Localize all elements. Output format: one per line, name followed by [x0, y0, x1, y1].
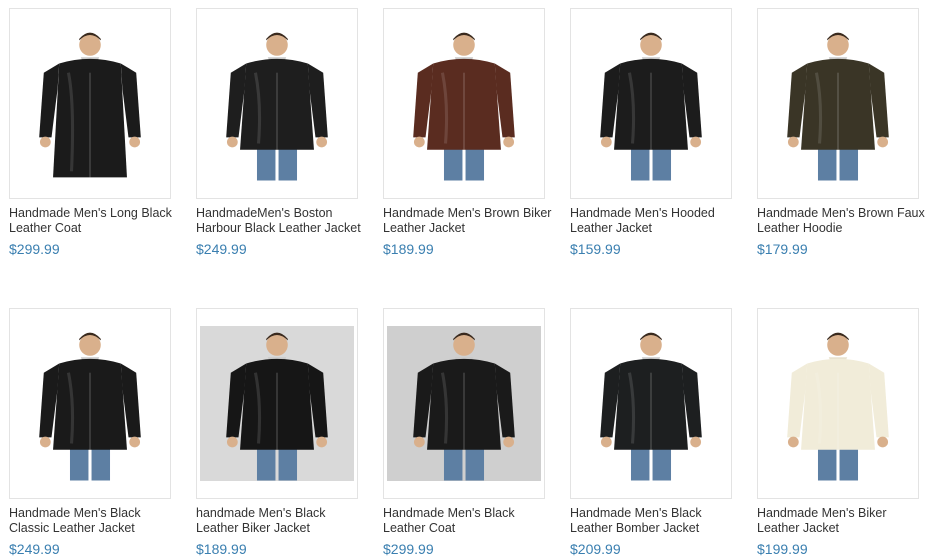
product-price: $249.99: [9, 541, 60, 557]
product-title-link[interactable]: Handmade Men's Black Leather Coat: [383, 506, 553, 536]
black-leather-jacket-photo: [200, 26, 354, 181]
brown-biker-jacket-illustration: [413, 32, 515, 181]
product-title-link[interactable]: Handmade Men's Biker Leather Jacket: [757, 506, 927, 536]
product-image-link[interactable]: [570, 308, 732, 499]
product-image-link[interactable]: [196, 308, 358, 499]
product-price: $199.99: [757, 541, 808, 557]
black-leather-coat-photo: [387, 326, 541, 481]
brown-biker-jacket-photo: [387, 26, 541, 181]
product-image-link[interactable]: [383, 8, 545, 199]
product-price: $209.99: [570, 541, 621, 557]
black-biker-jacket-photo: [200, 326, 354, 481]
product-price: $189.99: [383, 241, 434, 257]
cream-biker-jacket-photo: [761, 326, 915, 481]
product-title-link[interactable]: HandmadeMen's Boston Harbour Black Leath…: [196, 206, 366, 236]
product-price: $159.99: [570, 241, 621, 257]
black-leather-jacket-illustration: [226, 32, 328, 181]
product-image-link[interactable]: [9, 8, 171, 199]
long-black-leather-coat-photo: [13, 15, 167, 192]
classic-leather-jacket-illustration: [39, 332, 141, 481]
classic-leather-jacket-photo: [13, 326, 167, 481]
product-image-link[interactable]: [757, 308, 919, 499]
product-price: $299.99: [383, 541, 434, 557]
hooded-leather-jacket-illustration: [600, 32, 702, 181]
black-biker-jacket-illustration: [226, 332, 328, 481]
hooded-leather-jacket-photo: [574, 26, 728, 181]
product-title-link[interactable]: Handmade Men's Black Classic Leather Jac…: [9, 506, 179, 536]
product-price: $179.99: [757, 241, 808, 257]
product-price: $249.99: [196, 241, 247, 257]
product-image-link[interactable]: [383, 308, 545, 499]
product-title-link[interactable]: Handmade Men's Black Leather Bomber Jack…: [570, 506, 740, 536]
bomber-jacket-illustration: [600, 332, 702, 481]
brown-faux-hoodie-illustration: [787, 32, 889, 181]
product-price: $299.99: [9, 241, 60, 257]
product-image-link[interactable]: [196, 8, 358, 199]
product-title-link[interactable]: Handmade Men's Brown Biker Leather Jacke…: [383, 206, 553, 236]
product-title-link[interactable]: handmade Men's Black Leather Biker Jacke…: [196, 506, 366, 536]
long-black-leather-coat-illustration: [39, 32, 141, 178]
product-image-link[interactable]: [757, 8, 919, 199]
product-price: $189.99: [196, 541, 247, 557]
product-grid: Handmade Men's Long Black Leather Coat $…: [0, 0, 928, 560]
product-title-link[interactable]: Handmade Men's Long Black Leather Coat: [9, 206, 179, 236]
cream-biker-jacket-illustration: [787, 332, 889, 481]
bomber-jacket-photo: [574, 326, 728, 481]
product-image-link[interactable]: [570, 8, 732, 199]
product-title-link[interactable]: Handmade Men's Hooded Leather Jacket: [570, 206, 740, 236]
product-image-link[interactable]: [9, 308, 171, 499]
black-leather-coat-illustration: [413, 332, 515, 481]
product-title-link[interactable]: Handmade Men's Brown Faux Leather Hoodie: [757, 206, 927, 236]
brown-faux-hoodie-photo: [761, 26, 915, 181]
